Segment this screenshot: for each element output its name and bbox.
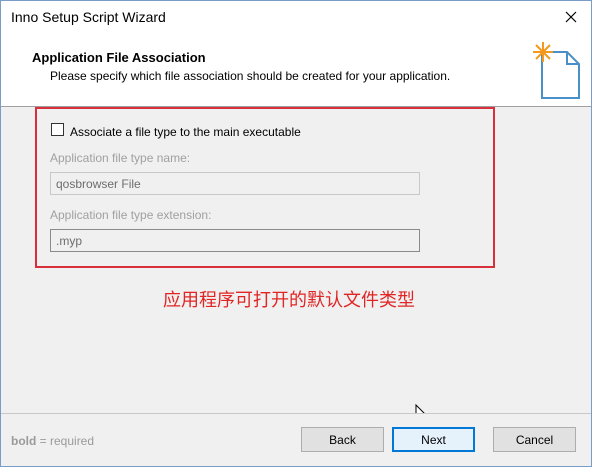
close-icon <box>565 11 577 23</box>
file-type-name-field[interactable]: qosbrowser File <box>50 172 420 195</box>
wizard-header: Application File Association Please spec… <box>1 32 591 106</box>
cancel-button[interactable]: Cancel <box>493 427 576 452</box>
associate-checkbox-label[interactable]: Associate a file type to the main execut… <box>70 125 301 139</box>
wizard-window: Inno Setup Script Wizard Application Fil… <box>0 0 592 467</box>
wizard-footer: bold = required Back Next Cancel <box>1 414 591 466</box>
file-type-extension-label: Application file type extension: <box>50 208 212 222</box>
close-button[interactable] <box>557 3 585 31</box>
new-file-icon <box>533 42 580 99</box>
page-subtitle: Please specify which file association sh… <box>50 69 451 83</box>
associate-checkbox[interactable] <box>51 123 64 136</box>
back-button[interactable]: Back <box>301 427 384 452</box>
next-button[interactable]: Next <box>392 427 475 452</box>
window-title: Inno Setup Script Wizard <box>11 9 166 25</box>
annotation-text: 应用程序可打开的默认文件类型 <box>163 290 415 311</box>
required-note-rest: = required <box>36 434 95 448</box>
page-title: Application File Association <box>32 50 206 65</box>
title-bar: Inno Setup Script Wizard <box>1 1 591 32</box>
file-type-extension-field[interactable]: .myp <box>50 229 420 252</box>
file-type-name-label: Application file type name: <box>50 151 191 165</box>
required-note-bold: bold <box>11 434 37 448</box>
required-note: bold = required <box>11 434 94 448</box>
